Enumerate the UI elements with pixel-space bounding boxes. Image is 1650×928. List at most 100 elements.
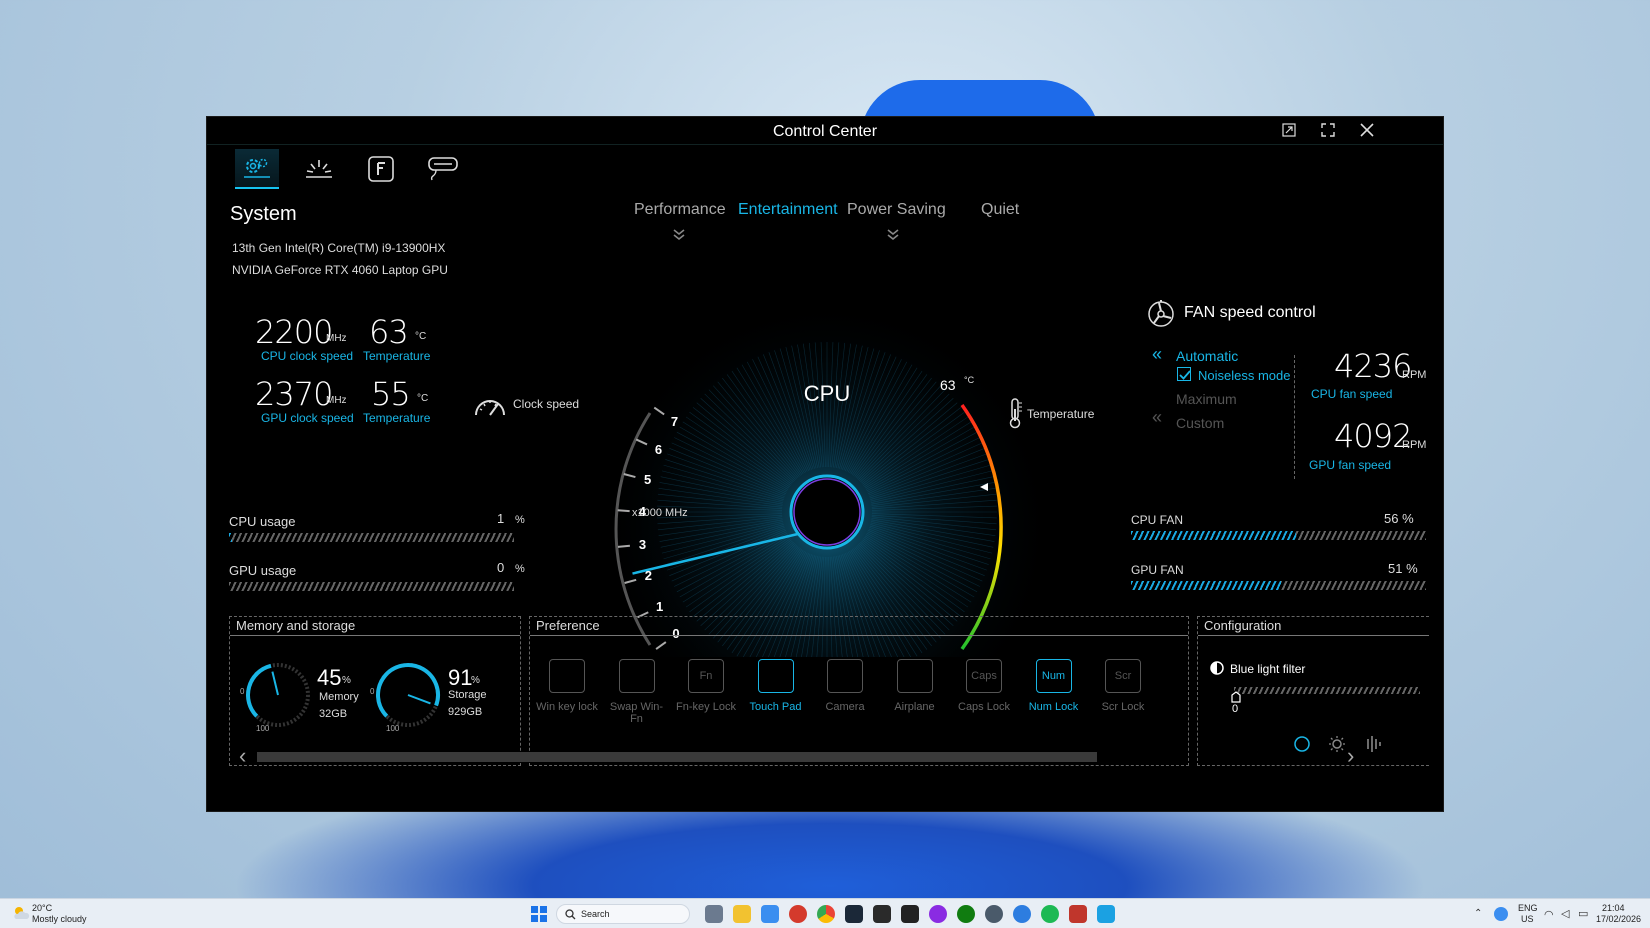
fan-mode-automatic[interactable]: Automatic xyxy=(1176,348,1238,364)
storage-size: 929GB xyxy=(448,706,483,718)
memory-storage-title: Memory and storage xyxy=(230,617,520,636)
preference-swap-win-fn[interactable]: Swap Win-Fn xyxy=(604,659,670,725)
scroll-lock-icon: Scr xyxy=(1105,659,1141,693)
weather-icon[interactable] xyxy=(12,905,30,926)
preference-camera[interactable]: Camera xyxy=(812,659,878,713)
gpu-usage-label: GPU usage xyxy=(229,563,297,578)
taskbar: 20°C Mostly cloudy Search ⌃ ENG US ◠ ◁ ▭… xyxy=(0,898,1650,928)
cpu-name: 13th Gen Intel(R) Core(TM) i9-13900HX xyxy=(232,241,446,255)
system-title: System xyxy=(230,203,297,225)
steam-icon[interactable] xyxy=(845,905,863,923)
filezilla-icon[interactable] xyxy=(1069,905,1087,923)
store-icon[interactable] xyxy=(761,905,779,923)
swap-win-fn-icon xyxy=(618,659,655,693)
preference-touch-pad[interactable]: Touch Pad xyxy=(743,659,809,713)
app-icon-purple[interactable] xyxy=(929,905,947,923)
mode-entertainment[interactable]: Entertainment xyxy=(738,201,838,219)
cpu-usage-bar xyxy=(229,533,514,542)
horizontal-scrollbar[interactable] xyxy=(257,752,1097,762)
brightness-icon[interactable] xyxy=(1328,735,1346,758)
tab-input-devices[interactable] xyxy=(421,149,465,189)
noiseless-mode-checkbox[interactable] xyxy=(1177,367,1191,381)
memory-dial-max: 100 xyxy=(256,724,270,733)
gpu-temp-label: Temperature xyxy=(363,411,431,425)
gpu-clock-label: GPU clock speed xyxy=(261,411,354,425)
gpu-clock-unit: MHz xyxy=(326,395,347,406)
configuration-title: Configuration xyxy=(1198,617,1429,636)
gpu-fan-speed-label: GPU fan speed xyxy=(1309,458,1392,472)
tab-system[interactable] xyxy=(235,149,279,189)
scroll-right-button[interactable]: › xyxy=(1347,743,1354,769)
windows-logo-icon xyxy=(531,906,547,922)
tab-lighting[interactable] xyxy=(297,149,341,189)
app-icon-red[interactable] xyxy=(789,905,807,923)
blue-light-slider[interactable] xyxy=(1234,687,1420,694)
close-icon xyxy=(1360,123,1374,137)
clock-time[interactable]: 21:04 xyxy=(1602,903,1625,913)
preference-win-key-lock[interactable]: Win key lock xyxy=(534,659,600,713)
preference-scroll-lock[interactable]: Scr Scr Lock xyxy=(1090,659,1156,713)
memory-dial xyxy=(246,663,310,727)
volume-icon[interactable]: ◁ xyxy=(1561,907,1569,920)
storage-dial xyxy=(376,663,440,727)
app-icon-grey[interactable] xyxy=(985,905,1003,923)
cpu-usage-label: CPU usage xyxy=(229,514,296,529)
fullscreen-button[interactable] xyxy=(1314,120,1342,142)
gauge-temp-value: 63 xyxy=(940,377,956,393)
wifi-icon[interactable]: ◠ xyxy=(1544,908,1554,921)
app-icon-blue[interactable] xyxy=(1013,905,1031,923)
chevron-left-double-icon: « xyxy=(1152,407,1163,427)
gpu-fan-label: GPU FAN xyxy=(1131,563,1184,577)
fan-control-title: FAN speed control xyxy=(1184,304,1316,321)
weather-desc: Mostly cloudy xyxy=(32,914,87,924)
start-button[interactable] xyxy=(531,906,547,927)
noiseless-mode-label[interactable]: Noiseless mode xyxy=(1198,368,1291,383)
epic-games-icon[interactable] xyxy=(873,905,891,923)
blue-light-icon xyxy=(1210,661,1224,680)
preference-title: Preference xyxy=(530,617,1188,636)
app-icon-cyan[interactable] xyxy=(1097,905,1115,923)
xbox-icon[interactable] xyxy=(957,905,975,923)
gpu-fan-value: 51 % xyxy=(1388,561,1418,576)
system-settings-icon xyxy=(244,158,270,178)
search-box[interactable]: Search xyxy=(556,904,690,924)
chrome-icon[interactable] xyxy=(817,905,835,923)
preference-caps-lock[interactable]: Caps Caps Lock xyxy=(951,659,1017,713)
memory-dial-min: 0 xyxy=(240,687,245,696)
fan-icon xyxy=(1145,297,1177,334)
preference-fn-key-lock[interactable]: Fn Fn-key Lock xyxy=(673,659,739,713)
window-title: Control Center xyxy=(772,123,878,140)
clock-tick-label: 2 xyxy=(644,568,652,584)
preference-num-lock[interactable]: Num Num Lock xyxy=(1021,659,1087,713)
preference-label: Scr Lock xyxy=(1101,701,1145,713)
tab-function-keys[interactable] xyxy=(359,149,403,189)
mode-power-saving[interactable]: Power Saving xyxy=(847,201,946,219)
restore-button[interactable] xyxy=(1275,120,1303,142)
configuration-panel: Configuration Blue light filter 0 xyxy=(1197,616,1429,766)
fan-mode-maximum[interactable]: Maximum xyxy=(1176,391,1237,407)
battery-icon[interactable]: ▭ xyxy=(1578,907,1588,920)
file-explorer-icon[interactable] xyxy=(733,905,751,923)
chevron-up-icon[interactable]: ⌃ xyxy=(1474,908,1482,919)
cpu-clock-label: CPU clock speed xyxy=(261,349,354,363)
spotify-icon[interactable] xyxy=(1041,905,1059,923)
caps-lock-icon: Caps xyxy=(966,659,1002,693)
region-code: US xyxy=(1521,914,1534,924)
weather-temp: 20°C xyxy=(32,903,53,913)
blue-light-mode-icon[interactable] xyxy=(1294,736,1310,757)
fan-mode-custom[interactable]: Custom xyxy=(1176,415,1224,431)
preference-airplane[interactable]: Airplane xyxy=(882,659,948,713)
lighting-icon xyxy=(306,160,332,178)
close-button[interactable] xyxy=(1353,120,1381,142)
gpu-clock-value: 2370 xyxy=(255,375,333,413)
cpu-temp-value: 63 xyxy=(369,313,409,351)
sound-wave-icon[interactable] xyxy=(1364,735,1384,758)
app-icon-dark[interactable] xyxy=(901,905,919,923)
mode-performance[interactable]: Performance xyxy=(634,201,726,219)
task-view-icon[interactable] xyxy=(705,905,723,923)
scroll-left-button[interactable]: ‹ xyxy=(239,743,246,769)
tray-app-icon[interactable] xyxy=(1494,907,1508,921)
language-code[interactable]: ENG xyxy=(1518,903,1538,913)
memory-dial-needle xyxy=(271,671,279,696)
mode-quiet[interactable]: Quiet xyxy=(981,201,1019,219)
